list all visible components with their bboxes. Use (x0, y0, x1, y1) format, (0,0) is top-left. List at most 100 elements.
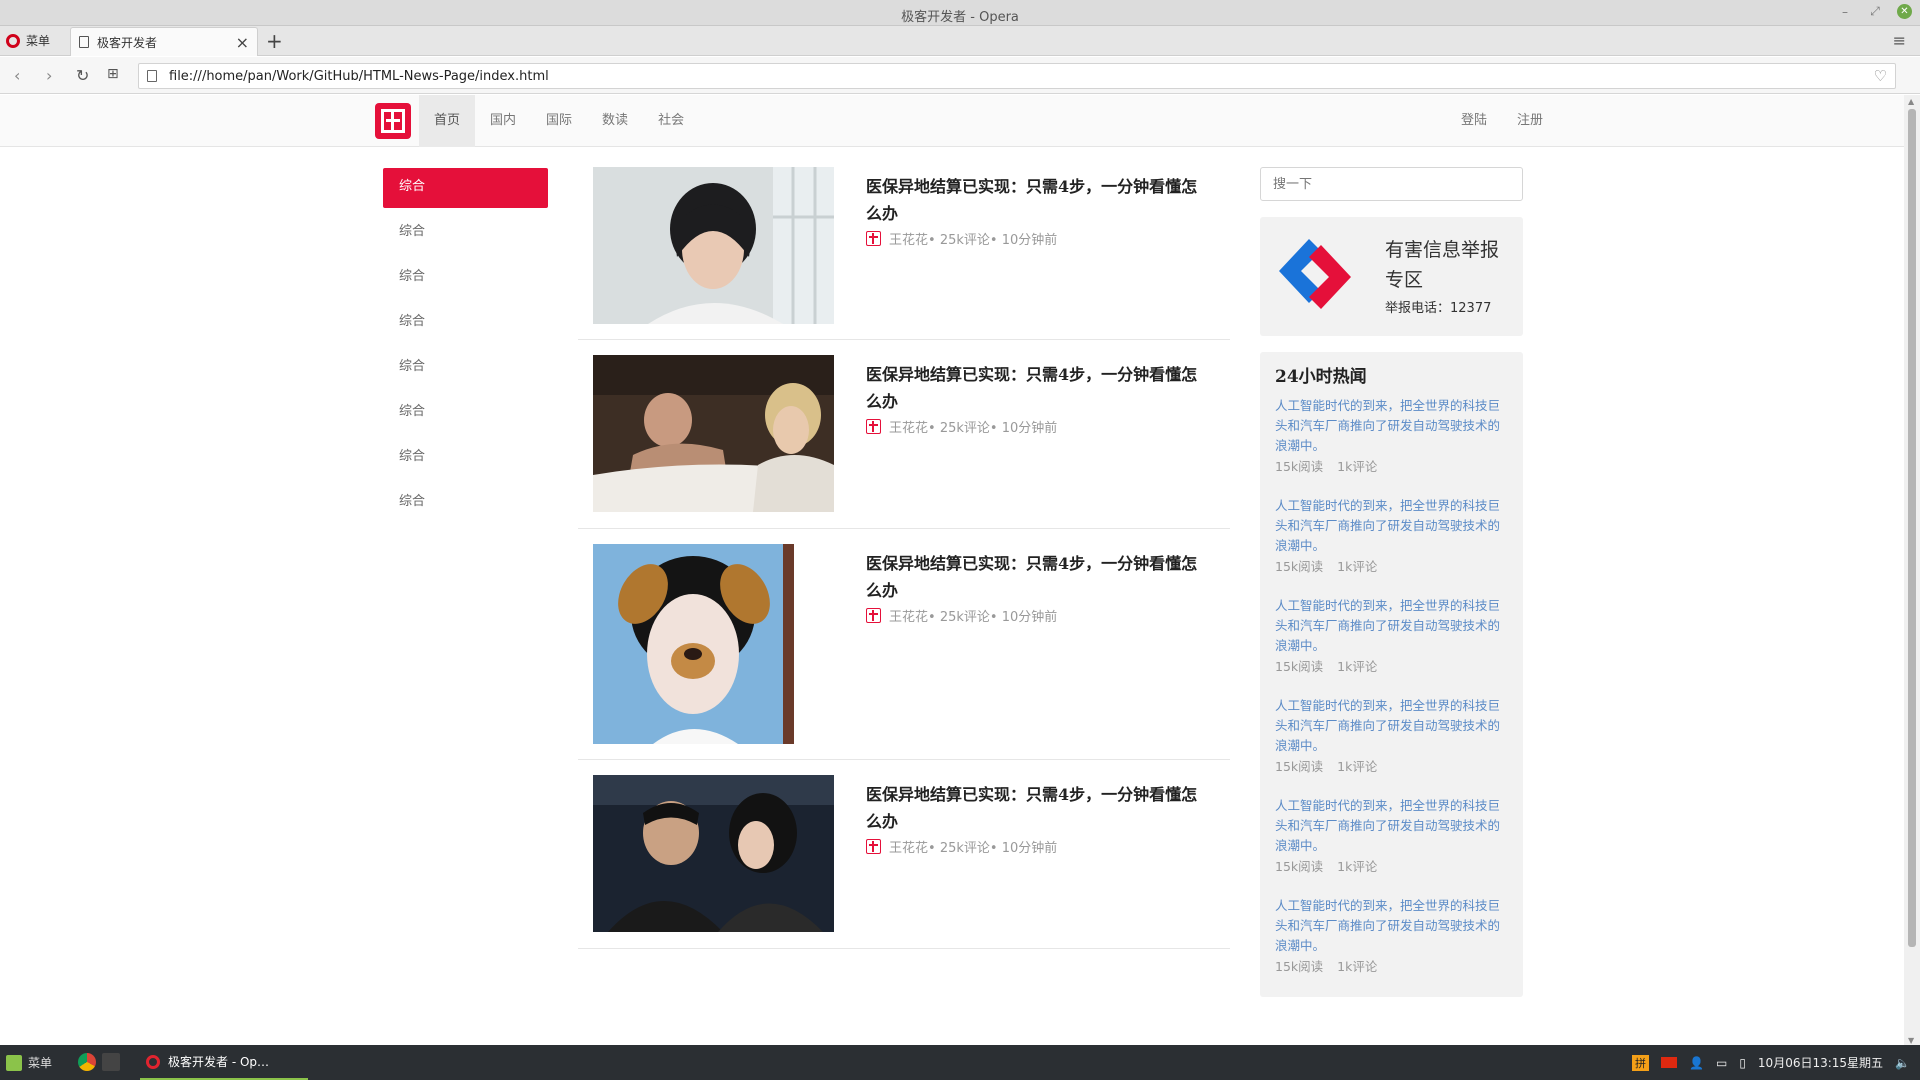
url-bar[interactable]: file:///home/pan/Work/GitHub/HTML-News-P… (138, 63, 1896, 89)
tab-active[interactable]: 极客开发者 × (70, 27, 258, 56)
article-headline[interactable]: 医保异地结算已实现：只需4步，一分钟看懂怎么办 (866, 781, 1211, 835)
bookmark-heart-icon[interactable]: ♡ (1874, 67, 1887, 85)
article-item[interactable]: 医保异地结算已实现：只需4步，一分钟看懂怎么办 王花花• 25k评论• 10分钟… (578, 340, 1230, 529)
scrollbar-thumb[interactable] (1908, 109, 1916, 947)
back-icon[interactable]: ‹ (14, 66, 20, 85)
article-meta: 王花花• 25k评论• 10分钟前 (866, 417, 1057, 436)
display-icon[interactable]: ▭ (1716, 1056, 1727, 1070)
report-phone: 举报电话：12377 (1385, 301, 1492, 316)
nav-international[interactable]: 国际 (531, 95, 587, 147)
report-title: 有害信息举报专区 (1385, 239, 1500, 291)
hot-news-text[interactable]: 人工智能时代的到来，把全世界的科技巨头和汽车厂商推向了研发自动驾驶技术的浪潮中。 (1275, 896, 1510, 956)
language-flag-icon[interactable] (1661, 1057, 1678, 1068)
hot-news-item[interactable]: 人工智能时代的到来，把全世界的科技巨头和汽车厂商推向了研发自动驾驶技术的浪潮中。… (1275, 496, 1510, 596)
article-headline[interactable]: 医保异地结算已实现：只需4步，一分钟看懂怎么办 (866, 550, 1211, 604)
hot-news-text[interactable]: 人工智能时代的到来，把全世界的科技巨头和汽车厂商推向了研发自动驾驶技术的浪潮中。 (1275, 696, 1510, 756)
hot-news-item[interactable]: 人工智能时代的到来，把全世界的科技巨头和汽车厂商推向了研发自动驾驶技术的浪潮中。… (1275, 896, 1510, 996)
login-link[interactable]: 登陆 (1446, 95, 1502, 147)
scroll-down-icon[interactable]: ▼ (1908, 1036, 1914, 1045)
article-time: • 10分钟前 (989, 233, 1058, 248)
hot-news-comments: 1k评论 (1337, 859, 1378, 874)
sidenav-item[interactable]: 综合 (383, 348, 548, 388)
hot-news-item[interactable]: 人工智能时代的到来，把全世界的科技巨头和汽车厂商推向了研发自动驾驶技术的浪潮中。… (1275, 696, 1510, 796)
source-logo-icon (866, 839, 881, 854)
tab-title: 极客开发者 (97, 35, 158, 50)
new-tab-button[interactable]: + (266, 29, 283, 53)
article-thumbnail[interactable] (593, 544, 794, 744)
article-time: • 10分钟前 (989, 610, 1058, 625)
hot-news-comments: 1k评论 (1337, 759, 1378, 774)
sidenav-item[interactable]: 综合 (383, 168, 548, 208)
nav-society[interactable]: 社会 (643, 95, 699, 147)
sidenav-item[interactable]: 综合 (383, 483, 548, 523)
sidenav-item[interactable]: 综合 (383, 213, 548, 253)
start-menu-button[interactable]: 菜单 (6, 1054, 52, 1071)
opera-logo-icon (6, 33, 20, 48)
hot-news-text[interactable]: 人工智能时代的到来，把全世界的科技巨头和汽车厂商推向了研发自动驾驶技术的浪潮中。 (1275, 796, 1510, 856)
taskbar-window-opera[interactable]: 极客开发者 - Op… (140, 1045, 308, 1080)
nav-domestic[interactable]: 国内 (475, 95, 531, 147)
hot-news-text[interactable]: 人工智能时代的到来，把全世界的科技巨头和汽车厂商推向了研发自动驾驶技术的浪潮中。 (1275, 596, 1510, 656)
report-logo-icon (1279, 239, 1351, 309)
speed-dial-icon[interactable]: ⊞ (107, 66, 119, 82)
scroll-up-icon[interactable]: ▲ (1908, 97, 1914, 106)
source-logo-icon (866, 231, 881, 246)
search-input[interactable] (1260, 167, 1523, 201)
site-header: 首页 国内 国际 数读 社会 登陆 注册 (0, 95, 1904, 147)
volume-icon[interactable]: 🔈 (1895, 1056, 1910, 1070)
sidenav-item[interactable]: 综合 (383, 393, 548, 433)
article-headline[interactable]: 医保异地结算已实现：只需4步，一分钟看懂怎么办 (866, 173, 1211, 227)
article-item[interactable]: 医保异地结算已实现：只需4步，一分钟看懂怎么办 王花花• 25k评论• 10分钟… (578, 529, 1230, 760)
page-icon (79, 36, 89, 48)
hot-news-comments: 1k评论 (1337, 559, 1378, 574)
sidenav-item[interactable]: 综合 (383, 258, 548, 298)
tab-menu-icon[interactable]: ≡ (1893, 31, 1906, 50)
opera-menu-button[interactable]: 菜单 (6, 32, 50, 49)
hot-news-item[interactable]: 人工智能时代的到来，把全世界的科技巨头和汽车厂商推向了研发自动驾驶技术的浪潮中。… (1275, 596, 1510, 696)
nav-home[interactable]: 首页 (419, 95, 476, 147)
opera-menu-label: 菜单 (26, 34, 51, 48)
site-logo[interactable] (375, 103, 411, 139)
hot-news-reads: 15k阅读 (1275, 459, 1324, 474)
page-scrollbar[interactable]: ▲ ▼ (1904, 95, 1920, 1045)
article-thumbnail[interactable] (593, 775, 834, 932)
os-taskbar: 菜单 极客开发者 - Op… 拼 👤 ▭ ▯ 10月06日13:15星期五 🔈 (0, 1045, 1920, 1080)
hot-news-item[interactable]: 人工智能时代的到来，把全世界的科技巨头和汽车厂商推向了研发自动驾驶技术的浪潮中。… (1275, 396, 1510, 496)
nav-data[interactable]: 数读 (587, 95, 643, 147)
user-icon[interactable]: 👤 (1689, 1056, 1704, 1070)
terminal-launcher-icon[interactable] (102, 1053, 120, 1071)
document-icon (147, 70, 157, 82)
minimize-icon[interactable]: – (1837, 5, 1853, 19)
battery-icon[interactable]: ▯ (1739, 1056, 1746, 1070)
article-thumbnail[interactable] (593, 167, 834, 324)
reload-icon[interactable]: ↻ (76, 66, 89, 85)
article-thumbnail[interactable] (593, 355, 834, 512)
hot-news-text[interactable]: 人工智能时代的到来，把全世界的科技巨头和汽车厂商推向了研发自动驾驶技术的浪潮中。 (1275, 396, 1510, 456)
article-meta: 王花花• 25k评论• 10分钟前 (866, 229, 1057, 248)
article-headline[interactable]: 医保异地结算已实现：只需4步，一分钟看懂怎么办 (866, 361, 1211, 415)
hot-news-comments: 1k评论 (1337, 659, 1378, 674)
close-window-icon[interactable]: ✕ (1897, 4, 1912, 19)
register-link[interactable]: 注册 (1502, 95, 1558, 147)
hot-news-text[interactable]: 人工智能时代的到来，把全世界的科技巨头和汽车厂商推向了研发自动驾驶技术的浪潮中。 (1275, 496, 1510, 556)
article-item[interactable]: 医保异地结算已实现：只需4步，一分钟看懂怎么办 王花花• 25k评论• 10分钟… (578, 167, 1230, 340)
restore-icon[interactable]: ⤢ (1867, 4, 1883, 19)
article-item[interactable]: 医保异地结算已实现：只需4步，一分钟看懂怎么办 王花花• 25k评论• 10分钟… (578, 760, 1230, 949)
article-author: 王花花 (889, 841, 929, 856)
input-method-icon[interactable]: 拼 (1632, 1054, 1650, 1071)
article-comments: • 25k评论 (928, 841, 990, 856)
main-nav: 首页 国内 国际 数读 社会 (419, 95, 699, 147)
article-meta: 王花花• 25k评论• 10分钟前 (866, 606, 1057, 625)
tab-close-icon[interactable]: × (236, 33, 249, 52)
source-logo-icon (866, 608, 881, 623)
report-banner[interactable]: 有害信息举报专区 举报电话：12377 (1260, 217, 1523, 336)
source-logo-icon (866, 419, 881, 434)
auth-links: 登陆 注册 (1446, 95, 1558, 147)
sidenav-item[interactable]: 综合 (383, 438, 548, 478)
article-author: 王花花 (889, 421, 929, 436)
chrome-launcher-icon[interactable] (78, 1053, 96, 1071)
hot-news-item[interactable]: 人工智能时代的到来，把全世界的科技巨头和汽车厂商推向了研发自动驾驶技术的浪潮中。… (1275, 796, 1510, 896)
sidenav-item[interactable]: 综合 (383, 303, 548, 343)
forward-icon[interactable]: › (46, 66, 52, 85)
clock[interactable]: 10月06日13:15星期五 (1758, 1054, 1883, 1071)
